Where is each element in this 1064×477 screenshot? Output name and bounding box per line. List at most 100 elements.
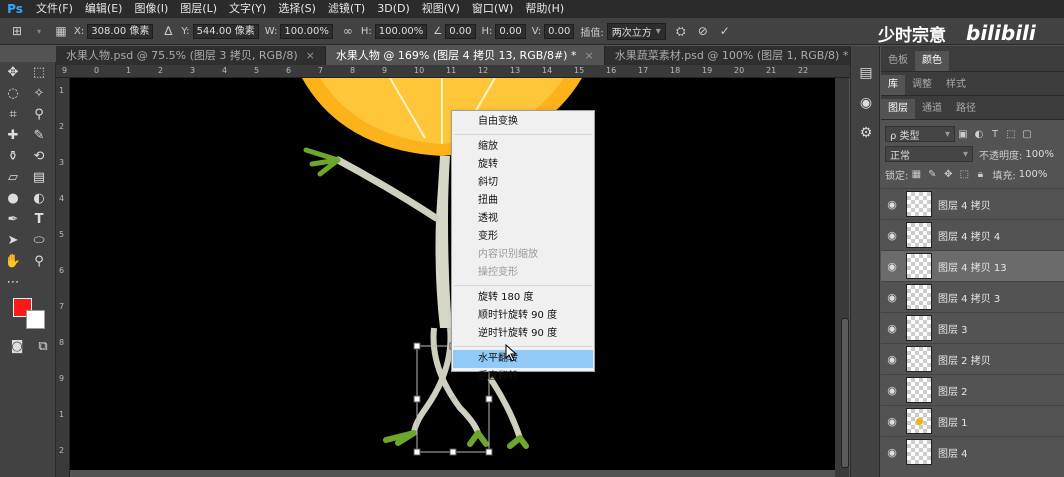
fill-field[interactable]: 100% xyxy=(1019,169,1048,180)
magic-wand-tool-icon[interactable]: ✧ xyxy=(26,83,52,104)
w-field[interactable]: 100.00% xyxy=(280,23,333,39)
link-icon[interactable]: ∞ xyxy=(339,22,357,40)
hskew-field[interactable]: 0.00 xyxy=(495,23,526,39)
clone-stamp-tool-icon[interactable]: ⚱ xyxy=(0,146,26,167)
menu-select[interactable]: 选择(S) xyxy=(272,0,322,18)
blend-mode-select[interactable]: 正常 ▾ xyxy=(885,146,973,162)
transform-handle[interactable] xyxy=(413,342,421,350)
zoom-tool-icon[interactable]: ⚲ xyxy=(26,251,52,272)
tab-styles[interactable]: 样式 xyxy=(939,75,973,95)
history-brush-tool-icon[interactable]: ⟲ xyxy=(26,146,52,167)
commit-transform-icon[interactable]: ✓ xyxy=(716,22,734,40)
layer-row[interactable]: ◉ 图层 3 xyxy=(881,312,1064,343)
interpolation-select[interactable]: 两次立方 ▾ xyxy=(606,22,666,40)
layer-row[interactable]: ◉ 图层 2 拷贝 xyxy=(881,343,1064,374)
menu-item-rotate[interactable]: 旋转 xyxy=(452,156,594,174)
adjustments-icon[interactable]: ⚙ xyxy=(851,118,881,148)
layer-row[interactable]: ◉ 图层 4 xyxy=(881,436,1064,467)
close-icon[interactable]: × xyxy=(584,49,593,62)
vertical-scrollbar[interactable] xyxy=(835,78,849,477)
layer-row[interactable]: ◉ 图层 4 拷贝 13 xyxy=(881,250,1064,281)
menu-item-perspective[interactable]: 透视 xyxy=(452,210,594,228)
filter-adjustment-icon[interactable]: ◐ xyxy=(971,126,987,142)
healing-brush-tool-icon[interactable]: ✚ xyxy=(0,125,26,146)
screen-mode-icon[interactable]: ⧉ xyxy=(30,336,56,357)
menu-window[interactable]: 窗口(W) xyxy=(466,0,519,18)
tab-layers[interactable]: 图层 xyxy=(881,99,915,119)
more-tools-icon[interactable]: ⋯ xyxy=(0,272,26,293)
y-field[interactable]: 544.00 像素 xyxy=(192,23,259,39)
layer-row[interactable]: ◉ 图层 1 xyxy=(881,405,1064,436)
move-tool-icon[interactable]: ✥ xyxy=(0,62,26,83)
menu-item-flip-vertical[interactable]: 垂直翻转 xyxy=(452,368,594,386)
visibility-eye-icon[interactable]: ◉ xyxy=(881,260,903,273)
menu-item-rotate-180[interactable]: 旋转 180 度 xyxy=(452,289,594,307)
dodge-tool-icon[interactable]: ◐ xyxy=(26,188,52,209)
visibility-eye-icon[interactable]: ◉ xyxy=(881,415,903,428)
transform-handle[interactable] xyxy=(485,448,493,456)
menu-item-free-transform[interactable]: 自由变换 xyxy=(452,113,594,131)
ellipse-tool-icon[interactable]: ⬭ xyxy=(26,230,52,251)
menu-file[interactable]: 文件(F) xyxy=(30,0,79,18)
transform-handle[interactable] xyxy=(413,395,421,403)
crop-tool-icon[interactable]: ⌗ xyxy=(0,104,26,125)
menu-image[interactable]: 图像(I) xyxy=(128,0,174,18)
menu-3d[interactable]: 3D(D) xyxy=(371,0,416,18)
hand-tool-icon[interactable]: ✋ xyxy=(0,251,26,272)
layer-row[interactable]: ◉ 图层 4 拷贝 4 xyxy=(881,219,1064,250)
lasso-tool-icon[interactable]: ◌ xyxy=(0,83,26,104)
eraser-tool-icon[interactable]: ▱ xyxy=(0,167,26,188)
layer-row[interactable]: ◉ 图层 4 拷贝 3 xyxy=(881,281,1064,312)
tab-channels[interactable]: 通道 xyxy=(915,99,949,119)
tab-document-3[interactable]: 水果蔬菜素材.psd @ 100% (图层 1, RGB/8) *× xyxy=(605,46,877,65)
menu-item-flip-horizontal[interactable]: 水平翻转 xyxy=(453,350,593,368)
delta-icon[interactable]: ∆ xyxy=(159,22,177,40)
menu-item-skew[interactable]: 斜切 xyxy=(452,174,594,192)
path-selection-tool-icon[interactable]: ➤ xyxy=(0,230,26,251)
filter-pixel-icon[interactable]: ▣ xyxy=(955,126,971,142)
h-field[interactable]: 100.00% xyxy=(374,23,428,39)
menu-item-scale[interactable]: 缩放 xyxy=(452,138,594,156)
brush-tool-icon[interactable]: ✎ xyxy=(26,125,52,146)
quick-mask-icon[interactable]: ◙ xyxy=(4,336,30,357)
visibility-eye-icon[interactable]: ◉ xyxy=(881,291,903,304)
gradient-tool-icon[interactable]: ▤ xyxy=(26,167,52,188)
background-color[interactable] xyxy=(26,310,45,329)
lock-pixels-icon[interactable]: ✎ xyxy=(924,166,940,182)
filter-type-icon[interactable]: T xyxy=(987,126,1003,142)
lock-artboard-icon[interactable]: ⬚ xyxy=(956,166,972,182)
tab-adjustments[interactable]: 调整 xyxy=(905,75,939,95)
menu-help[interactable]: 帮助(H) xyxy=(519,0,570,18)
lock-position-icon[interactable]: ✥ xyxy=(940,166,956,182)
menu-filter[interactable]: 滤镜(T) xyxy=(322,0,371,18)
close-icon[interactable]: × xyxy=(306,49,315,62)
layer-row[interactable]: ◉ 图层 2 xyxy=(881,374,1064,405)
visibility-eye-icon[interactable]: ◉ xyxy=(881,322,903,335)
lock-all-icon[interactable]: 🔒︎ xyxy=(972,166,988,182)
marquee-tool-icon[interactable]: ⬚ xyxy=(26,62,52,83)
transform-handle[interactable] xyxy=(485,395,493,403)
reference-point-icon[interactable]: ⊞ xyxy=(8,22,26,40)
tab-swatches[interactable]: 色板 xyxy=(881,51,915,71)
filter-smart-object-icon[interactable]: ▢ xyxy=(1019,126,1035,142)
tab-document-1[interactable]: 水果人物.psd @ 75.5% (图层 3 拷贝, RGB/8) × xyxy=(56,46,326,65)
layer-row[interactable]: ◉ 图层 4 拷贝 xyxy=(881,188,1064,219)
history-icon[interactable]: ▤ xyxy=(851,58,881,88)
lock-transparent-icon[interactable]: ▦ xyxy=(908,166,924,182)
color-swatches[interactable] xyxy=(12,298,48,332)
reference-grid-icon[interactable]: ▦ xyxy=(52,22,70,40)
visibility-eye-icon[interactable]: ◉ xyxy=(881,384,903,397)
layer-filter-select[interactable]: ρ 类型 ▾ xyxy=(885,126,955,142)
transform-handle[interactable] xyxy=(449,448,457,456)
tab-document-2[interactable]: 水果人物 @ 169% (图层 4 拷贝 13, RGB/8#) * × xyxy=(325,46,605,65)
tab-color[interactable]: 颜色 xyxy=(915,51,949,71)
menu-view[interactable]: 视图(V) xyxy=(416,0,466,18)
scrollbar-thumb[interactable] xyxy=(841,318,849,468)
visibility-eye-icon[interactable]: ◉ xyxy=(881,446,903,459)
menu-edit[interactable]: 编辑(E) xyxy=(79,0,129,18)
menu-item-rotate-90-ccw[interactable]: 逆时针旋转 90 度 xyxy=(452,325,594,343)
cancel-transform-icon[interactable]: ⊘ xyxy=(694,22,712,40)
type-tool-icon[interactable]: T xyxy=(26,209,52,230)
pen-tool-icon[interactable]: ✒ xyxy=(0,209,26,230)
filter-shape-icon[interactable]: ⬚ xyxy=(1003,126,1019,142)
